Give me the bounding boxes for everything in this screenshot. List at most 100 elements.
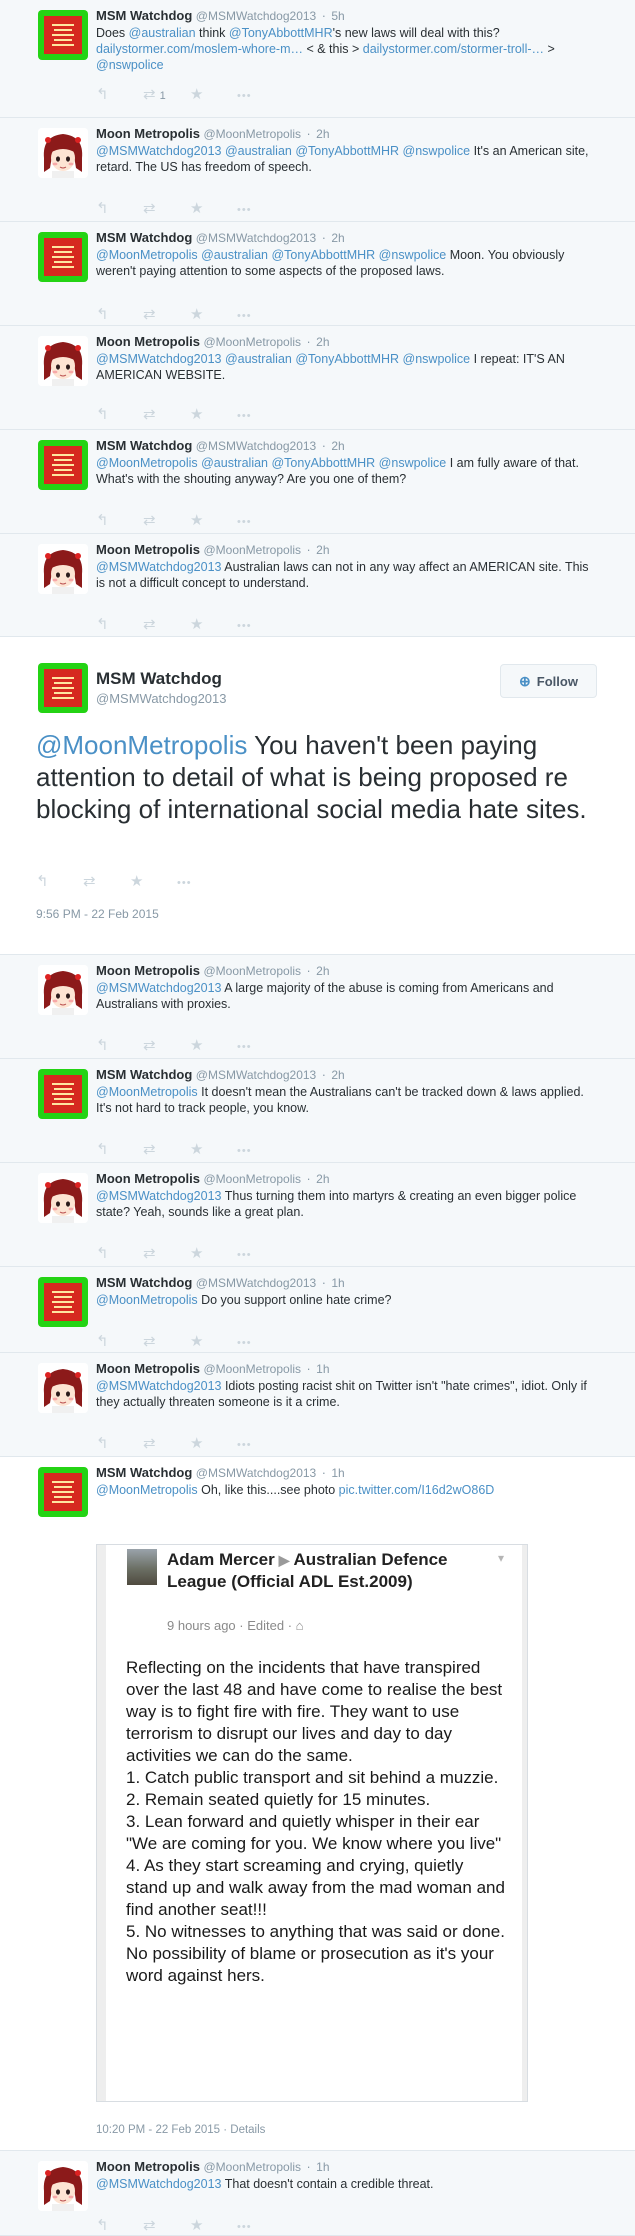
tweet[interactable]: MSM Watchdog @MSMWatchdog2013 · 5h Does @… — [0, 0, 635, 118]
msm-avatar[interactable] — [38, 1069, 88, 1119]
retweet-button[interactable]: ⇄ — [143, 1434, 190, 1452]
retweet-button[interactable]: ⇄ — [143, 1332, 190, 1350]
author-name[interactable]: MSM Watchdog — [96, 669, 222, 689]
moon-avatar[interactable] — [38, 336, 88, 386]
mention-link[interactable]: @MSMWatchdog2013 — [96, 981, 221, 995]
reply-button[interactable]: ↰ — [96, 199, 143, 217]
mention-link[interactable]: @MoonMetropolis — [96, 456, 198, 470]
author-name[interactable]: Moon Metropolis — [96, 126, 200, 141]
mention-link[interactable]: @australian — [225, 144, 292, 158]
author-handle[interactable]: @MoonMetropolis — [203, 127, 301, 141]
reply-button[interactable]: ↰ — [36, 872, 83, 890]
reply-button[interactable]: ↰ — [96, 511, 143, 529]
tweet-timestamp[interactable]: 1h — [316, 2160, 329, 2174]
tweet-timestamp[interactable]: 2h — [316, 1172, 329, 1186]
author-handle[interactable]: @MSMWatchdog2013 — [196, 439, 316, 453]
mention-link[interactable]: @TonyAbbottMHR — [295, 144, 399, 158]
author-handle[interactable]: @MoonMetropolis — [203, 335, 301, 349]
more-button[interactable]: ••• — [237, 2217, 284, 2234]
retweet-button[interactable]: ⇄ — [143, 405, 190, 423]
author-handle[interactable]: @MoonMetropolis — [203, 2160, 301, 2174]
msm-avatar[interactable] — [38, 232, 88, 282]
follow-button[interactable]: ⊕ Follow — [500, 664, 597, 698]
favorite-button[interactable]: ★ — [190, 1140, 237, 1158]
retweet-button[interactable]: ⇄ — [143, 199, 190, 217]
author-name[interactable]: MSM Watchdog — [96, 1465, 192, 1480]
author-name[interactable]: MSM Watchdog — [96, 230, 192, 245]
mention-link[interactable]: @TonyAbbottMHR — [295, 352, 399, 366]
author-handle[interactable]: @MSMWatchdog2013 — [196, 1068, 316, 1082]
mention-link[interactable]: @MSMWatchdog2013 — [96, 1189, 221, 1203]
tweet-timestamp[interactable]: 1h — [331, 1276, 344, 1290]
tweet-timestamp[interactable]: 2h — [316, 964, 329, 978]
tweet-timestamp[interactable]: 2h — [331, 231, 344, 245]
reply-button[interactable]: ↰ — [96, 1036, 143, 1054]
tweet[interactable]: Moon Metropolis @MoonMetropolis · 2h @MSM… — [0, 1163, 635, 1267]
author-name[interactable]: Moon Metropolis — [96, 1171, 200, 1186]
url-link[interactable]: pic.twitter.com/I16d2wO86D — [339, 1483, 495, 1497]
mention-link[interactable]: @MSMWatchdog2013 — [96, 2177, 221, 2191]
tweet-timestamp[interactable]: 5h — [331, 9, 344, 23]
reply-button[interactable]: ↰ — [96, 85, 143, 103]
tweet-timestamp[interactable]: 2h — [331, 1068, 344, 1082]
author-handle[interactable]: @MSMWatchdog2013 — [196, 9, 316, 23]
details-link[interactable]: Details — [230, 2124, 265, 2136]
favorite-button[interactable]: ★ — [190, 1332, 237, 1350]
author-name[interactable]: Moon Metropolis — [96, 2159, 200, 2174]
mention-link[interactable]: @nswpolice — [96, 58, 164, 72]
moon-avatar[interactable] — [38, 128, 88, 178]
more-button[interactable]: ••• — [237, 1245, 284, 1262]
msm-avatar[interactable] — [38, 1467, 88, 1517]
more-button[interactable]: ••• — [237, 86, 284, 103]
moon-avatar[interactable] — [38, 544, 88, 594]
more-button[interactable]: ••• — [237, 1435, 284, 1452]
mention-link[interactable]: @TonyAbbottMHR — [229, 26, 333, 40]
reply-button[interactable]: ↰ — [96, 1244, 143, 1262]
mention-link[interactable]: @MSMWatchdog2013 — [96, 1379, 221, 1393]
retweet-button[interactable]: ⇄ — [143, 2216, 190, 2234]
tweet-date[interactable]: 10:20 PM - 22 Feb 2015 — [96, 2124, 220, 2136]
tweet[interactable]: MSM Watchdog @MSMWatchdog2013 · 2h @MoonM… — [0, 430, 635, 534]
favorite-button[interactable]: ★ — [190, 85, 237, 103]
tweet[interactable]: MSM Watchdog @MSMWatchdog2013 · 1h @MoonM… — [0, 1267, 635, 1353]
mention-link[interactable]: @MSMWatchdog2013 — [96, 352, 221, 366]
url-link[interactable]: dailystormer.com/stormer-troll-… — [363, 42, 544, 56]
tweet[interactable]: MSM Watchdog @MSMWatchdog2013 · 2h @MoonM… — [0, 1059, 635, 1163]
reply-button[interactable]: ↰ — [96, 1332, 143, 1350]
mention-link[interactable]: @MSMWatchdog2013 — [96, 560, 221, 574]
retweet-button[interactable]: ⇄ — [143, 1036, 190, 1054]
mention-link[interactable]: @nswpolice — [379, 248, 447, 262]
mention-link[interactable]: @australian — [129, 26, 196, 40]
reply-button[interactable]: ↰ — [96, 405, 143, 423]
url-link[interactable]: dailystormer.com/moslem-whore-m… — [96, 42, 303, 56]
tweet[interactable]: MSM Watchdog @MSMWatchdog2013 · 2h @MoonM… — [0, 222, 635, 326]
mention-link[interactable]: @MoonMetropolis — [96, 1085, 198, 1099]
mention-link[interactable]: @MoonMetropolis — [96, 1483, 198, 1497]
favorite-button[interactable]: ★ — [190, 1244, 237, 1262]
author-handle[interactable]: @MoonMetropolis — [203, 543, 301, 557]
tweet-timestamp[interactable]: 2h — [316, 543, 329, 557]
msm-avatar[interactable] — [38, 1277, 88, 1327]
more-button[interactable]: ••• — [237, 1037, 284, 1054]
tweet[interactable]: Moon Metropolis @MoonMetropolis · 2h @MSM… — [0, 118, 635, 222]
author-name[interactable]: MSM Watchdog — [96, 1067, 192, 1082]
author-handle[interactable]: @MSMWatchdog2013 — [96, 691, 227, 706]
retweet-button[interactable]: ⇄ — [83, 872, 130, 890]
author-name[interactable]: Moon Metropolis — [96, 963, 200, 978]
author-handle[interactable]: @MoonMetropolis — [203, 964, 301, 978]
tweet[interactable]: MSM Watchdog @MSMWatchdog2013 · 1h @MoonM… — [0, 1457, 635, 2151]
favorite-button[interactable]: ★ — [190, 1434, 237, 1452]
tweet-timestamp[interactable]: 2h — [331, 439, 344, 453]
favorite-button[interactable]: ★ — [190, 199, 237, 217]
mention-link[interactable]: @TonyAbbottMHR — [271, 456, 375, 470]
moon-avatar[interactable] — [38, 1173, 88, 1223]
msm-avatar[interactable] — [38, 663, 88, 713]
tweet-timestamp[interactable]: 2h — [316, 335, 329, 349]
moon-avatar[interactable] — [38, 2161, 88, 2211]
more-button[interactable]: ••• — [237, 1333, 284, 1350]
moon-avatar[interactable] — [38, 1363, 88, 1413]
tweet[interactable]: Moon Metropolis @MoonMetropolis · 2h @MSM… — [0, 955, 635, 1059]
retweet-button[interactable]: ⇄ — [143, 305, 190, 323]
author-handle[interactable]: @MSMWatchdog2013 — [196, 231, 316, 245]
mention-link[interactable]: @nswpolice — [403, 144, 471, 158]
